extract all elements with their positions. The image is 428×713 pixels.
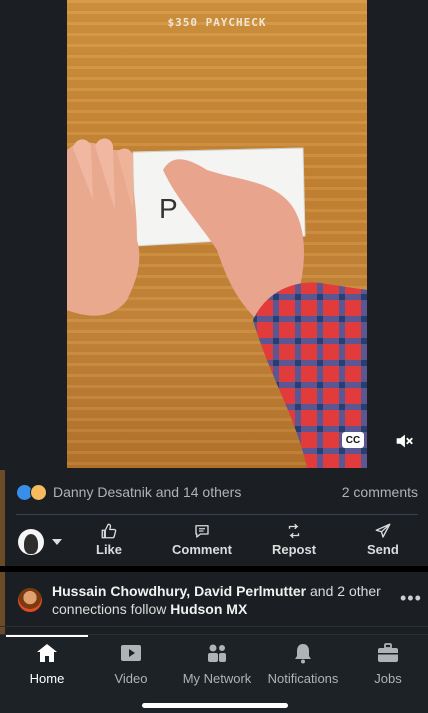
comment-icon — [195, 525, 209, 538]
send-button[interactable]: Send — [367, 522, 399, 557]
connections-follow-text[interactable]: Hussain Chowdhury, David Perlmutter and … — [52, 582, 382, 618]
home-icon — [37, 644, 57, 662]
network-icon — [208, 644, 226, 662]
video-player[interactable]: $350 PAYCHECK P CC — [0, 0, 428, 470]
repost-icon — [288, 523, 300, 539]
company-name[interactable]: Hudson MX — [170, 601, 247, 617]
tab-label-video: Video — [114, 671, 148, 686]
bell-icon — [295, 644, 311, 664]
post-actions-bar: Like Comment Repost Send — [0, 518, 428, 566]
social-counts[interactable]: Danny Desatnik and 14 others 2 comments — [16, 480, 418, 504]
reaction-icons — [16, 483, 47, 501]
tab-label-home: Home — [29, 671, 65, 686]
home-indicator — [142, 703, 288, 708]
repost-label: Repost — [272, 542, 317, 557]
tab-label-notifications: Notifications — [267, 671, 339, 686]
tab-jobs[interactable]: Jobs — [345, 641, 428, 686]
envelope-text: P — [159, 193, 178, 224]
more-options-icon[interactable]: ••• — [400, 588, 422, 609]
avatar[interactable] — [18, 588, 42, 612]
divider — [16, 514, 418, 515]
divider — [0, 626, 428, 627]
connections-follow-card[interactable]: Hussain Chowdhury, David Perlmutter and … — [0, 574, 428, 634]
repost-button[interactable]: Repost — [272, 522, 316, 557]
connection-names[interactable]: Hussain Chowdhury, David Perlmutter — [52, 583, 306, 599]
feed-separator — [0, 566, 428, 572]
briefcase-icon — [378, 643, 398, 662]
bottom-tab-bar: Home Video My Network Notifications Jobs — [0, 634, 428, 713]
tab-notifications[interactable]: Notifications — [260, 641, 346, 686]
send-icon — [375, 523, 391, 538]
mute-icon[interactable] — [393, 430, 415, 452]
tab-home[interactable]: Home — [4, 641, 90, 686]
video-frame[interactable]: $350 PAYCHECK P — [67, 0, 367, 468]
avatar[interactable] — [18, 529, 44, 555]
active-tab-indicator — [6, 635, 88, 637]
comment-label: Comment — [172, 542, 232, 557]
like-button[interactable]: Like — [96, 522, 122, 557]
tab-video[interactable]: Video — [88, 641, 174, 686]
comments-count-link[interactable]: 2 comments — [342, 484, 418, 500]
tab-label-jobs: Jobs — [374, 671, 402, 686]
comment-button[interactable]: Comment — [172, 522, 232, 557]
like-label: Like — [96, 542, 123, 557]
send-label: Send — [367, 542, 399, 557]
tab-my-network[interactable]: My Network — [174, 641, 260, 686]
video-icon — [121, 645, 141, 661]
video-scene: P — [67, 138, 367, 468]
thumbs-up-icon — [101, 523, 117, 539]
chevron-down-icon[interactable] — [52, 539, 62, 545]
tab-label-my-network: My Network — [182, 671, 252, 686]
closed-captions-button[interactable]: CC — [342, 432, 364, 448]
reactions-count-text[interactable]: Danny Desatnik and 14 others — [53, 484, 241, 500]
insightful-reaction-icon — [30, 483, 47, 501]
